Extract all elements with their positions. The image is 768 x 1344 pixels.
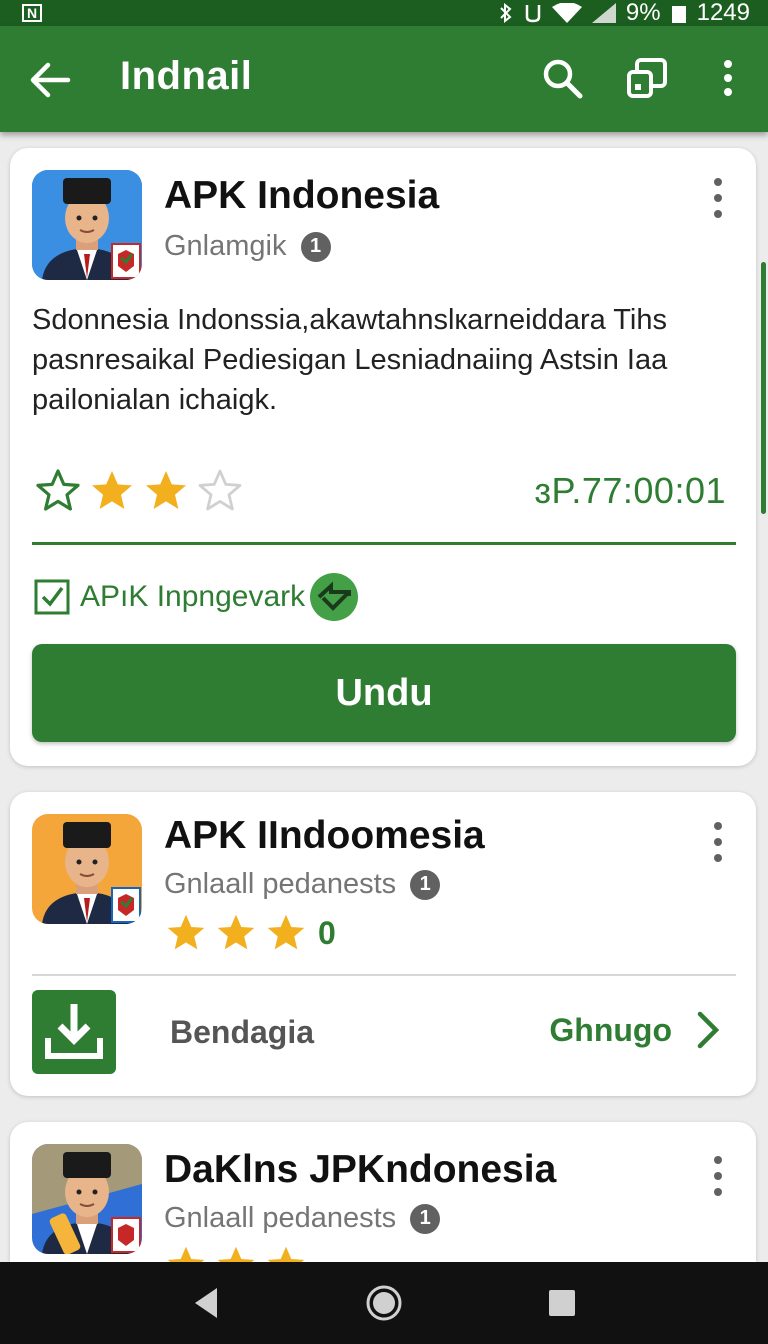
checkbox-label[interactable]: APıK Inpngevark <box>80 580 305 614</box>
verified-icon <box>310 573 359 621</box>
chevron-right-icon[interactable] <box>696 1010 720 1050</box>
star-rating: 0 <box>164 912 336 954</box>
star-outline-icon <box>198 469 242 511</box>
more-vert-icon[interactable] <box>706 1154 730 1198</box>
avatar-icon <box>32 814 142 924</box>
star-rating <box>34 468 244 514</box>
developer-label: Gnlamgik <box>164 230 287 262</box>
open-link[interactable]: Ghnugo <box>549 1010 720 1050</box>
app-developer: Gnlaall pedanests 1 <box>164 868 441 901</box>
more-vert-icon[interactable] <box>706 820 730 864</box>
developer-label: Gnlaall pedanests <box>164 868 397 900</box>
open-link-label[interactable]: Ghnugo <box>549 1012 672 1049</box>
back-triangle-icon[interactable] <box>191 1286 221 1320</box>
app-description: Sdonnesia Indonssia,akawtahnslкarneiddar… <box>32 304 668 416</box>
more-vert-icon[interactable] <box>706 176 730 220</box>
count-badge: 1 <box>410 1203 441 1234</box>
bluetooth-icon <box>500 3 512 23</box>
star-filled-icon <box>217 914 255 950</box>
star-outline-icon <box>36 469 80 511</box>
divider <box>32 974 736 976</box>
status-bar: N 9% 1249 <box>0 0 768 26</box>
battery-icon <box>671 6 686 23</box>
app-title[interactable]: DaKlns JPKndonesia <box>164 1148 556 1192</box>
app-icon[interactable] <box>32 1144 142 1254</box>
home-circle-icon[interactable] <box>364 1283 404 1323</box>
vibrate-icon <box>525 5 541 23</box>
checkbox-row[interactable]: APıK Inpngevark <box>34 572 359 622</box>
star-filled-icon <box>92 471 132 509</box>
star-filled-icon <box>167 914 205 950</box>
secondary-label: Bendagia <box>170 1014 315 1050</box>
time-value: ɜP.77:00:01 <box>534 470 726 511</box>
app-card[interactable]: APK IIndoomesia Gnlaall pedanests 1 0 Be… <box>10 792 756 1096</box>
star-filled-icon <box>217 1246 255 1262</box>
checkbox-icon[interactable] <box>34 579 70 615</box>
notification-icon: N <box>22 4 42 22</box>
star-filled-icon <box>267 1246 305 1262</box>
rating-suffix: 0 <box>318 914 336 951</box>
cast-icon[interactable] <box>624 54 672 102</box>
app-card-featured[interactable]: APK Indonesia Gnlamgik 1 Sdonnesia Indon… <box>10 148 756 766</box>
scrollbar[interactable] <box>761 262 766 514</box>
app-bar-title: Indnail <box>120 54 253 98</box>
wifi-icon <box>551 3 582 23</box>
avatar-icon <box>32 1144 142 1254</box>
clock: 1249 <box>696 0 750 26</box>
app-bar: Indnail <box>0 26 768 132</box>
count-badge: 1 <box>300 231 331 262</box>
app-developer: Gnlamgik 1 <box>164 230 331 263</box>
star-filled-icon <box>146 471 186 509</box>
star-filled-icon <box>267 914 305 950</box>
star-filled-icon <box>167 1246 205 1262</box>
download-icon[interactable] <box>32 990 116 1074</box>
divider <box>32 542 736 545</box>
app-title[interactable]: APK IIndoomesia <box>164 814 485 858</box>
back-arrow-icon[interactable] <box>26 56 74 104</box>
undu-button[interactable]: Undu <box>32 644 736 742</box>
app-developer: Gnlaall pedanests 1 <box>164 1202 441 1235</box>
avatar-icon <box>32 170 142 280</box>
recents-square-icon[interactable] <box>547 1288 577 1318</box>
count-badge: 1 <box>410 869 441 900</box>
app-icon[interactable] <box>32 814 142 924</box>
battery-percent: 9% <box>625 0 661 26</box>
star-rating <box>164 1244 308 1262</box>
more-vert-icon[interactable] <box>704 54 752 102</box>
signal-icon <box>591 3 616 23</box>
developer-label: Gnlaall pedanests <box>164 1202 397 1234</box>
navigation-bar <box>0 1262 768 1344</box>
search-icon[interactable] <box>538 54 586 102</box>
app-title[interactable]: APK Indonesia <box>164 174 439 218</box>
app-card[interactable]: DaKlns JPKndonesia Gnlaall pedanests 1 <box>10 1122 756 1262</box>
status-icons: 9% 1249 <box>498 0 750 27</box>
app-icon[interactable] <box>32 170 142 280</box>
